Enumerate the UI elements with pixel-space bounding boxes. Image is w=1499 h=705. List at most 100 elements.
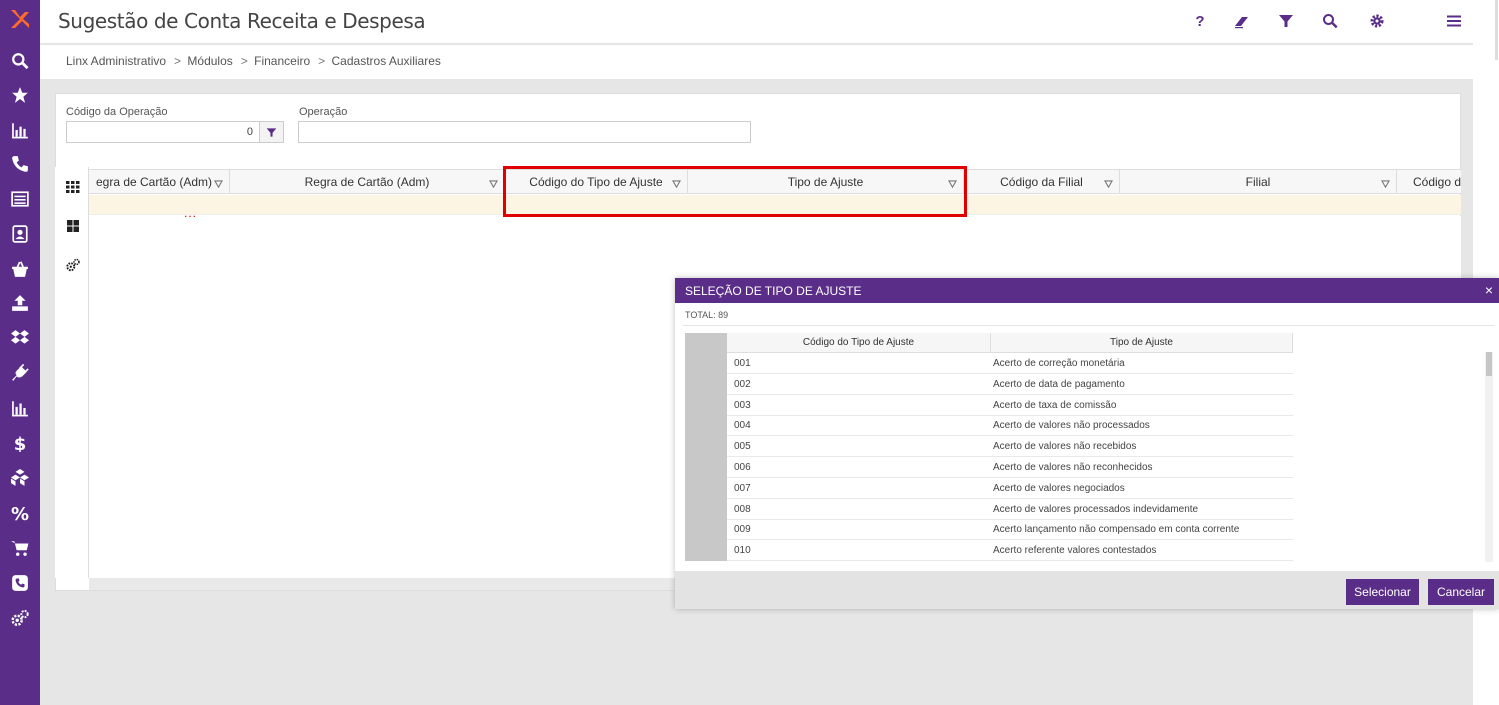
codigo-operacao-label: Código da Operação [66, 106, 168, 118]
table-row[interactable]: 008 Acerto de valores processados indevid… [727, 499, 1293, 520]
breadcrumb-item[interactable]: Financeiro [254, 54, 310, 68]
cancelar-button[interactable]: Cancelar [1428, 579, 1494, 605]
grid-view-icon[interactable] [66, 180, 80, 194]
svg-text:%: % [11, 504, 29, 522]
column-filter-icon[interactable] [1380, 178, 1391, 189]
gears-icon[interactable] [66, 258, 80, 272]
phone-book-icon[interactable] [10, 573, 30, 593]
codigo-filter-button[interactable] [259, 121, 284, 143]
column-filter-icon[interactable] [488, 178, 499, 189]
table-row[interactable]: 004 Acerto de valores não processados [727, 415, 1293, 437]
page-title: Sugestão de Conta Receita e Despesa [58, 9, 426, 33]
col-header-regra-cartao-adm-partial[interactable]: egra de Cartão (Adm) [89, 170, 230, 193]
chart-icon[interactable] [10, 120, 30, 140]
codigo-cell: 008 [734, 503, 751, 515]
basket-icon[interactable] [10, 259, 30, 279]
tipo-cell: Acerto lançamento não compensado em cont… [993, 524, 1240, 536]
codigo-operacao-input[interactable]: 0 [66, 121, 260, 143]
tipo-cell: Acerto de valores não reconhecidos [993, 462, 1153, 473]
list-icon[interactable] [10, 189, 30, 209]
breadcrumb-item[interactable]: Módulos [187, 54, 232, 68]
dropbox-icon[interactable] [10, 328, 30, 348]
operacao-label: Operação [299, 106, 348, 118]
tipo-cell: Acerto de valores não recebidos [993, 441, 1137, 453]
table-row[interactable]: 010 Acerto referente valores contestados [727, 540, 1293, 562]
col-header-codigo-partial[interactable]: Código do [1397, 170, 1461, 193]
filter-icon[interactable] [1276, 11, 1296, 31]
boxes-icon[interactable] [10, 468, 30, 488]
bar-chart-icon[interactable] [10, 398, 30, 418]
divider [683, 325, 1495, 326]
help-icon[interactable]: ? [1190, 11, 1210, 31]
breadcrumb-separator: > [174, 54, 182, 68]
col-header-label: egra de Cartão (Adm) [95, 175, 213, 189]
selecionar-button[interactable]: Selecionar [1346, 579, 1419, 605]
star-icon[interactable] [10, 85, 30, 105]
col-header-label: Tipo de Ajuste [1109, 337, 1173, 348]
col-header-label: Regra de Cartão (Adm) [304, 175, 430, 189]
scrollbar-thumb[interactable] [1486, 352, 1492, 376]
table-row[interactable]: 002 Acerto de data de pagamento [727, 374, 1293, 395]
col-header-codigo-filial[interactable]: Código da Filial [964, 170, 1120, 193]
phone-icon[interactable] [10, 154, 30, 174]
modal-col-header-tipo[interactable]: Tipo de Ajuste [991, 333, 1293, 353]
codigo-cell: 005 [734, 441, 751, 453]
col-header-label: Código da Filial [1000, 175, 1083, 189]
codigo-cell: 010 [734, 545, 751, 557]
gears-icon[interactable] [10, 608, 30, 628]
modal-title: SELEÇÃO DE TIPO DE AJUSTE [685, 284, 862, 298]
filter-icon [266, 127, 277, 137]
col-header-label: Código do Tipo de Ajuste [802, 337, 915, 348]
search-icon[interactable] [1320, 11, 1340, 31]
codigo-cell: 009 [734, 524, 751, 536]
upload-icon[interactable] [10, 293, 30, 313]
table-row[interactable]: 009 Acerto lançamento não compensado em c… [727, 519, 1293, 541]
operacao-input[interactable] [298, 121, 751, 143]
grid-toolbar [55, 167, 89, 578]
sidebar: $ % [0, 0, 40, 705]
row-selector-column[interactable] [685, 333, 727, 561]
breadcrumb-item[interactable]: Cadastros Auxiliares [332, 54, 441, 68]
breadcrumb-separator: > [318, 54, 326, 68]
contact-icon[interactable] [10, 224, 30, 244]
table-row[interactable]: 005 Acerto de valores não recebidos [727, 436, 1293, 458]
codigo-cell: 003 [734, 399, 751, 411]
column-filter-icon[interactable] [1103, 178, 1114, 189]
modal-footer: Selecionar Cancelar [675, 571, 1499, 609]
grid-horizontal-scrollbar[interactable] [89, 578, 679, 590]
plug-icon[interactable] [10, 363, 30, 383]
close-icon[interactable]: × [1485, 282, 1493, 298]
linx-logo[interactable] [9, 8, 31, 30]
tipo-cell: Acerto de data de pagamento [993, 378, 1125, 390]
search-icon[interactable] [10, 51, 30, 71]
column-filter-icon[interactable] [213, 178, 224, 189]
tiles-icon[interactable] [66, 219, 80, 233]
table-row[interactable]: 007 Acerto de valores negociados [727, 478, 1293, 499]
col-header-label: Código do [1413, 175, 1461, 189]
percent-icon[interactable]: % [10, 503, 30, 523]
gear-icon[interactable] [1367, 11, 1387, 31]
col-header-filial[interactable]: Filial [1120, 170, 1397, 193]
menu-icon[interactable] [1444, 11, 1464, 31]
top-bar: Sugestão de Conta Receita e Despesa ? [40, 0, 1473, 44]
tipo-cell: Acerto de valores processados indevidame… [993, 503, 1199, 515]
modal-col-header-codigo[interactable]: Código do Tipo de Ajuste [727, 333, 991, 353]
modal-scrollbar[interactable] [1485, 352, 1493, 562]
table-row[interactable]: 003 Acerto de taxa de comissão [727, 395, 1293, 416]
dollar-icon[interactable]: $ [10, 433, 30, 453]
table-row[interactable]: 006 Acerto de valores não reconhecidos [727, 457, 1293, 478]
col-header-regra-cartao-adm[interactable]: Regra de Cartão (Adm) [230, 170, 505, 193]
table-row[interactable]: 001 Acerto de correção monetária [727, 353, 1293, 374]
modal-header: SELEÇÃO DE TIPO DE AJUSTE × [675, 278, 1499, 303]
help-label: ? [1195, 12, 1205, 30]
total-count: TOTAL: 89 [685, 310, 729, 320]
codigo-cell: 004 [734, 420, 751, 432]
codigo-cell: 006 [734, 462, 751, 473]
cart-icon[interactable] [10, 538, 30, 558]
page-scrollbar[interactable] [1495, 0, 1498, 60]
breadcrumb-separator: > [240, 54, 248, 68]
tipo-cell: Acerto de valores negociados [993, 482, 1125, 494]
breadcrumb-item[interactable]: Linx Administrativo [66, 54, 166, 68]
eraser-icon[interactable] [1232, 11, 1252, 31]
codigo-cell: 002 [734, 378, 751, 390]
